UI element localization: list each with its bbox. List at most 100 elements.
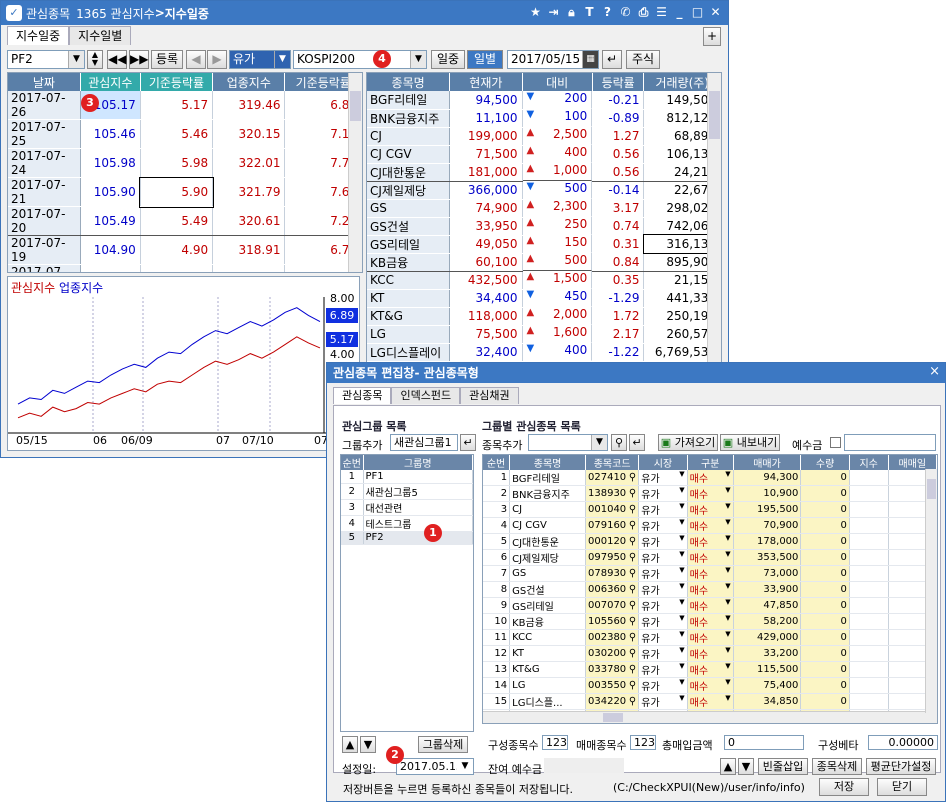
stock-grid-hscroll[interactable] <box>483 711 937 723</box>
stock-header[interactable]: 구분 <box>687 455 734 470</box>
market-cell[interactable]: 유가 ▼ <box>638 661 688 678</box>
side-cell[interactable]: 매수 ▼ <box>687 501 734 518</box>
market-cell[interactable]: 유가 ▼ <box>638 485 688 502</box>
side-cell[interactable]: 매수 ▼ <box>687 645 734 662</box>
trade-price[interactable]: 33,900 <box>733 581 802 598</box>
register-button[interactable]: 등록 <box>151 50 183 69</box>
table-row[interactable]: 2017-07-19 104.90 4.90 318.91 6.71 <box>8 235 362 265</box>
index-daily-grid[interactable]: 날짜 관심지수 기준등락률 업종지수 기준등락률 2017-07-26 105.17 5.1… <box>7 72 363 273</box>
table-row[interactable]: CJ CGV 71,500 ▲ 400 0.56 106,134 <box>367 145 721 164</box>
right-grid-header[interactable]: 등락률 <box>592 73 645 91</box>
prev-button[interactable]: ◀ <box>186 50 206 69</box>
quantity[interactable]: 0 <box>800 549 850 566</box>
table-row[interactable]: 2017-07-24 105.98 5.98 322.01 7.74 <box>8 148 362 178</box>
trade-price[interactable]: 58,200 <box>733 613 802 630</box>
market-cell[interactable]: 유가 ▼ <box>638 629 688 646</box>
setdate-input[interactable]: 2017.05.15 ▼ <box>396 758 474 775</box>
close-button[interactable]: 닫기 <box>877 778 927 796</box>
market-cell[interactable]: 유가 ▼ <box>638 677 688 694</box>
add-tab-button[interactable]: + <box>703 27 721 46</box>
side-cell[interactable]: 매수 ▼ <box>687 693 734 710</box>
side-cell[interactable]: 매수 ▼ <box>687 597 734 614</box>
dtab-index-fund[interactable]: 인덱스펀드 <box>391 387 461 404</box>
trade-price[interactable]: 429,000 <box>733 629 802 646</box>
table-row[interactable]: 10 KB금융 105560 ⚲ 유가 ▼ 매수 ▼ 58,200 0 <box>483 613 937 630</box>
dtab-bond[interactable]: 관심채권 <box>460 387 519 404</box>
table-row[interactable]: CJ 199,000 ▲ 2,500 1.27 68,899 <box>367 127 721 146</box>
index-cell[interactable] <box>849 645 889 662</box>
quantity[interactable]: 0 <box>800 533 850 550</box>
delete-stock-button[interactable]: 종목삭제 <box>812 758 862 775</box>
search-icon[interactable]: ⚲ <box>629 616 636 627</box>
table-row[interactable]: KB금융 60,100 ▲ 500 0.84 895,905 <box>367 253 721 272</box>
quantity[interactable]: 0 <box>800 613 850 630</box>
right-grid-header[interactable]: 현재가 <box>449 73 523 91</box>
search-icon[interactable]: ⚲ <box>629 600 636 611</box>
next-button[interactable]: ▶ <box>207 50 227 69</box>
stock-up-button[interactable]: ▲ <box>720 758 736 775</box>
table-row[interactable]: 7 GS 078930 ⚲ 유가 ▼ 매수 ▼ 73,000 0 <box>483 565 937 582</box>
market-cell[interactable]: 유가 ▼ <box>638 517 688 534</box>
quantity[interactable]: 0 <box>800 645 850 662</box>
table-row[interactable]: CJ대한통운 181,000 ▲ 1,000 0.56 24,217 <box>367 163 721 182</box>
group-add-input[interactable]: 새관심그룹1 <box>390 434 458 451</box>
table-row[interactable]: 13 KT&G 033780 ⚲ 유가 ▼ 매수 ▼ 115,500 0 <box>483 661 937 678</box>
side-cell[interactable]: 매수 ▼ <box>687 485 734 502</box>
index-cell[interactable] <box>849 693 889 710</box>
deposit-input[interactable] <box>844 434 936 451</box>
phone-icon[interactable]: ✆ <box>619 4 632 20</box>
stock-code[interactable]: 007070 ⚲ <box>585 597 640 614</box>
tab-daily[interactable]: 지수일별 <box>69 26 132 45</box>
search-icon[interactable]: ⚲ <box>629 552 636 563</box>
table-row[interactable]: LG 75,500 ▲ 1,600 2.17 260,574 <box>367 325 721 344</box>
side-cell[interactable]: 매수 ▼ <box>687 613 734 630</box>
group-header[interactable]: 순번 <box>341 455 364 470</box>
search-icon[interactable]: ⚲ <box>629 504 636 515</box>
left-grid-header[interactable]: 업종지수 <box>212 73 286 91</box>
table-row[interactable]: 9 GS리테일 007070 ⚲ 유가 ▼ 매수 ▼ 47,850 0 <box>483 597 937 614</box>
link-icon[interactable]: ⇥ <box>547 4 560 20</box>
stock-header[interactable]: 순번 <box>483 455 511 470</box>
stock-header[interactable]: 시장 <box>638 455 688 470</box>
table-row[interactable]: 3 CJ 001040 ⚲ 유가 ▼ 매수 ▼ 195,500 0 <box>483 501 937 518</box>
quantity[interactable]: 0 <box>800 693 850 710</box>
quantity[interactable]: 0 <box>800 677 850 694</box>
stock-header[interactable]: 매매가 <box>733 455 802 470</box>
market-cell[interactable]: 유가 ▼ <box>638 501 688 518</box>
quantity[interactable]: 0 <box>800 581 850 598</box>
trade-price[interactable]: 70,900 <box>733 517 802 534</box>
quantity[interactable]: 0 <box>800 597 850 614</box>
index-cell[interactable] <box>849 533 889 550</box>
table-row[interactable]: 6 CJ제일제당 097950 ⚲ 유가 ▼ 매수 ▼ 353,500 0 <box>483 549 937 566</box>
search-icon[interactable]: ⚲ <box>629 664 636 675</box>
side-cell[interactable]: 매수 ▼ <box>687 549 734 566</box>
market-cell[interactable]: 유가 ▼ <box>638 613 688 630</box>
group-list[interactable]: 순번 그룹명 1 PF1 2 새관심그룹5 3 대선관련 4 테스트그룹 5 PF2 <box>340 454 474 732</box>
right-grid-scrollbar[interactable] <box>707 73 721 363</box>
table-row[interactable]: 2017-07-25 105.46 5.46 320.15 7.12 <box>8 119 362 149</box>
prev-page-button[interactable]: ◀◀ <box>107 50 127 69</box>
index-cell[interactable] <box>849 597 889 614</box>
search-icon[interactable]: ⚲ <box>629 632 636 643</box>
table-row[interactable]: 5 CJ대한통운 000120 ⚲ 유가 ▼ 매수 ▼ 178,000 0 <box>483 533 937 550</box>
market-cell[interactable]: 유가 ▼ <box>638 645 688 662</box>
table-row[interactable]: BGF리테일 94,500 ▼ 200 -0.21 149,501 <box>367 91 721 110</box>
left-grid-header[interactable]: 관심지수 <box>80 73 141 91</box>
search-icon[interactable]: ⚲ <box>629 536 636 547</box>
trade-price[interactable]: 115,500 <box>733 661 802 678</box>
side-cell[interactable]: 매수 ▼ <box>687 565 734 582</box>
search-icon[interactable]: ⚲ <box>629 584 636 595</box>
side-cell[interactable]: 매수 ▼ <box>687 581 734 598</box>
index-cell[interactable] <box>849 517 889 534</box>
stock-code[interactable]: 138930 ⚲ <box>585 485 640 502</box>
market-cell[interactable]: 유가 ▼ <box>638 533 688 550</box>
date-input[interactable]: 2017/05/15 ▦ <box>507 50 599 69</box>
stock-code[interactable]: 033780 ⚲ <box>585 661 640 678</box>
scroll-thumb[interactable] <box>603 713 623 722</box>
table-row[interactable]: 14 LG 003550 ⚲ 유가 ▼ 매수 ▼ 75,400 0 <box>483 677 937 694</box>
index-cell[interactable] <box>849 677 889 694</box>
trade-price[interactable]: 33,200 <box>733 645 802 662</box>
left-grid-header[interactable]: 기준등락률 <box>140 73 214 91</box>
stock-header[interactable]: 지수 <box>849 455 889 470</box>
index-select[interactable]: KOSPI200 ▼ <box>293 50 427 69</box>
